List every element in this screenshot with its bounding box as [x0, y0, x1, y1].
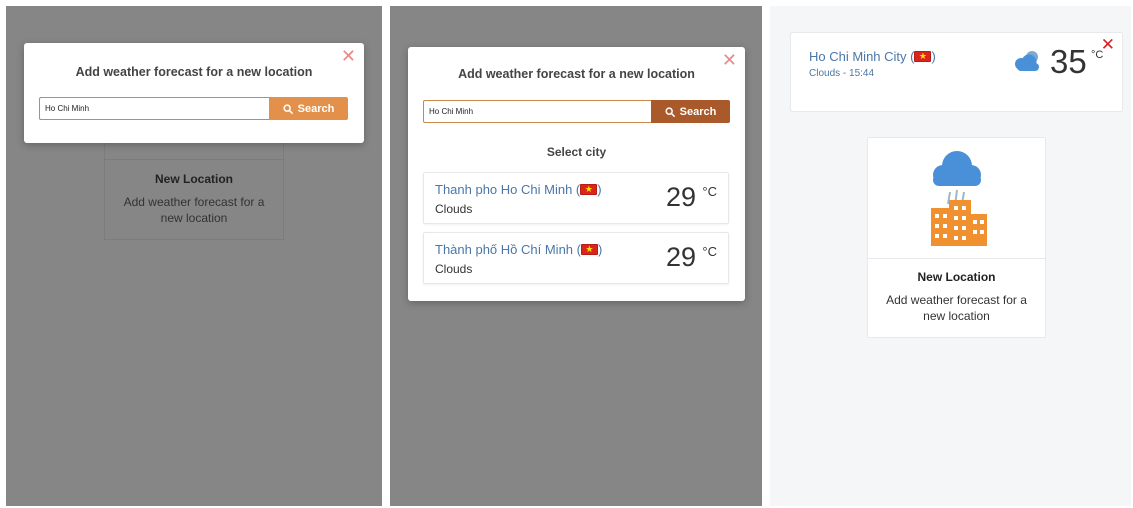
city-result-row[interactable]: Thành phố Hồ Chí Minh () Clouds 29 °C — [423, 232, 729, 284]
modal-title: Add weather forecast for a new location — [458, 67, 695, 81]
location-card[interactable]: Ho Chi Minh City () Clouds - 15:44 35 °C… — [790, 32, 1123, 112]
search-button[interactable]: Search — [651, 100, 730, 123]
search-row: Search — [423, 100, 730, 123]
search-input[interactable] — [39, 97, 269, 120]
new-location-card-dimmed: New Location Add weather forecast for a … — [104, 125, 284, 240]
city-name: Thành phố Hồ Chí Minh () — [435, 242, 602, 257]
city-rain-icon — [931, 151, 987, 246]
search-row: Search — [39, 97, 348, 120]
city-name: Thanh pho Ho Chi Minh () — [435, 182, 602, 197]
temperature-unit: °C — [702, 244, 717, 259]
city-temperature: 29 — [665, 182, 696, 212]
city-temperature: 29 — [665, 242, 696, 272]
cloud-icon — [1015, 51, 1039, 71]
search-button[interactable]: Search — [269, 97, 348, 120]
vietnam-flag-icon — [580, 182, 598, 196]
search-input[interactable] — [423, 100, 651, 123]
add-location-modal: ✕ Add weather forecast for a new locatio… — [408, 47, 745, 301]
search-icon — [665, 106, 675, 117]
new-location-card[interactable]: New Location Add weather forecast for a … — [867, 137, 1046, 338]
temperature-unit: °C — [702, 184, 717, 199]
location-temperature: 35 — [1050, 43, 1087, 80]
modal-title: Add weather forecast for a new location — [75, 65, 313, 79]
location-subtitle: Clouds - 15:44 — [809, 68, 875, 79]
new-location-title: New Location — [154, 172, 233, 186]
search-button-label: Search — [679, 105, 717, 118]
add-location-modal: ✕ Add weather forecast for a new locatio… — [24, 43, 364, 143]
vietnam-flag-icon — [580, 242, 598, 256]
search-button-label: Search — [297, 102, 335, 115]
search-icon — [283, 103, 293, 114]
city-result-row[interactable]: Thanh pho Ho Chi Minh () Clouds 29 °C — [423, 172, 729, 224]
screen-search-input: New Location Add weather forecast for a … — [6, 6, 382, 506]
screen-select-city: ✕ Add weather forecast for a new locatio… — [390, 6, 762, 506]
location-name: Ho Chi Minh City () — [809, 49, 936, 64]
city-weather-description: Clouds — [435, 262, 473, 276]
screen-location-added: Ho Chi Minh City () Clouds - 15:44 35 °C… — [770, 6, 1131, 506]
new-location-description: Add weather forecast for a new location — [123, 195, 265, 225]
city-weather-description: Clouds — [435, 202, 473, 216]
select-city-label: Select city — [546, 145, 607, 159]
remove-location-icon[interactable]: ✕ — [1101, 35, 1115, 55]
vietnam-flag-icon — [914, 49, 932, 63]
new-location-title: New Location — [917, 270, 996, 284]
new-location-description: Add weather forecast for a new location — [886, 293, 1027, 323]
close-icon[interactable]: ✕ — [341, 47, 356, 65]
